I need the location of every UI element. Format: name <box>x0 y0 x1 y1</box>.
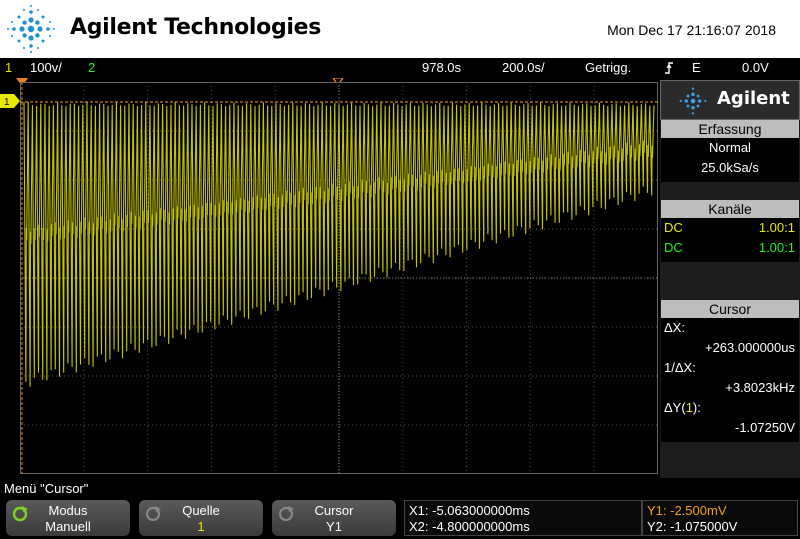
softkey-cursor-value: Y1 <box>326 519 342 534</box>
menu-title: Menü "Cursor" <box>4 481 89 496</box>
channel-1-row: DC 1.00:1 <box>661 220 799 238</box>
x-cursor-readout: X1: -5.063000000ms X2: -4.800000000ms <box>404 500 642 536</box>
waveform-display[interactable] <box>20 82 658 474</box>
channel-1-ratio: 1.00:1 <box>758 220 795 235</box>
delta-y-label: ΔY(1): <box>664 400 701 415</box>
channels-header[interactable]: Kanäle <box>661 200 799 218</box>
inverse-delta-x-value: +3.8023kHz <box>725 380 795 395</box>
delta-y-label-prefix: ΔY( <box>664 400 686 415</box>
trigger-level[interactable]: 0.0V <box>742 60 769 75</box>
cursor-header[interactable]: Cursor <box>661 300 799 318</box>
side-logo-box: Agilent <box>660 80 800 120</box>
datetime: Mon Dec 17 21:16:07 2018 <box>607 22 776 38</box>
brand-name: Agilent Technologies <box>70 15 322 40</box>
delta-x-label: ΔX: <box>664 320 685 335</box>
channel-2-ratio: 1.00:1 <box>758 240 795 255</box>
x2-readout: X2: -4.800000000ms <box>409 519 530 534</box>
delta-y-label-channel: 1 <box>685 400 693 415</box>
acquisition-mode: Normal <box>709 140 751 155</box>
softkey-modus[interactable]: Modus Manuell <box>6 500 130 536</box>
cursor-body: ΔX: +263.000000us 1/ΔX: +3.8023kHz ΔY(1)… <box>661 318 799 442</box>
time-scale[interactable]: 200.0s/ <box>502 60 545 75</box>
status-bar: 1 100v/ 2 978.0s 200.0s/ Getrigg. E 0.0V <box>0 58 800 78</box>
softkey-quelle-title: Quelle <box>182 503 220 518</box>
header-bar: Agilent Technologies Mon Dec 17 21:16:07… <box>0 0 800 58</box>
channels-body: DC 1.00:1 DC 1.00:1 <box>661 218 799 262</box>
channel-2-label[interactable]: 2 <box>88 60 95 75</box>
inverse-delta-x-label: 1/ΔX: <box>664 360 696 375</box>
y1-readout: Y1: -2.500mV <box>647 503 727 518</box>
softkey-modus-value: Manuell <box>45 519 91 534</box>
softkey-cursor[interactable]: Cursor Y1 <box>272 500 396 536</box>
acquisition-rate: 25.0kSa/s <box>701 160 759 175</box>
softkey-quelle-value: 1 <box>197 519 205 534</box>
acquisition-body: Normal 25.0kSa/s <box>661 138 799 182</box>
channel-1-coupling: DC <box>664 220 683 235</box>
y-cursor-readout: Y1: -2.500mV Y2: -1.075000V <box>642 500 798 536</box>
channel-2-coupling: DC <box>664 240 683 255</box>
side-logo-text: Agilent <box>717 88 790 109</box>
trigger-mode: Getrigg. <box>585 60 632 75</box>
trigger-edge-icon <box>665 62 673 74</box>
acquisition-header[interactable]: Erfassung <box>661 120 799 138</box>
agilent-spark-logo-icon <box>7 5 55 53</box>
menu-title-bar: Menü "Cursor" <box>0 479 800 499</box>
softkey-modus-title: Modus <box>48 503 88 518</box>
softkey-bar: Modus Manuell Quelle 1 Cursor Y1 X1: -5.… <box>0 497 800 539</box>
channel-1-label[interactable]: 1 <box>5 60 12 75</box>
delta-y-value: -1.07250V <box>735 420 795 435</box>
time-offset[interactable]: 978.0s <box>422 60 461 75</box>
softkey-cursor-title: Cursor <box>314 503 354 518</box>
softkey-quelle[interactable]: Quelle 1 <box>139 500 263 536</box>
channel-1-ground-marker-icon[interactable]: 1 <box>0 94 20 108</box>
delta-x-value: +263.000000us <box>704 340 795 355</box>
y2-readout: Y2: -1.075000V <box>647 519 738 534</box>
x1-readout: X1: -5.063000000ms <box>409 503 530 518</box>
side-panel: Agilent Erfassung Normal 25.0kSa/s Kanäl… <box>660 80 800 478</box>
trigger-source[interactable]: E <box>692 60 701 75</box>
svg-text:1: 1 <box>4 97 10 108</box>
channel-1-scale[interactable]: 100v/ <box>30 60 62 75</box>
channel-2-row: DC 1.00:1 <box>661 240 799 258</box>
agilent-spark-small-icon <box>679 87 707 115</box>
delta-y-label-suffix: ): <box>692 400 701 415</box>
